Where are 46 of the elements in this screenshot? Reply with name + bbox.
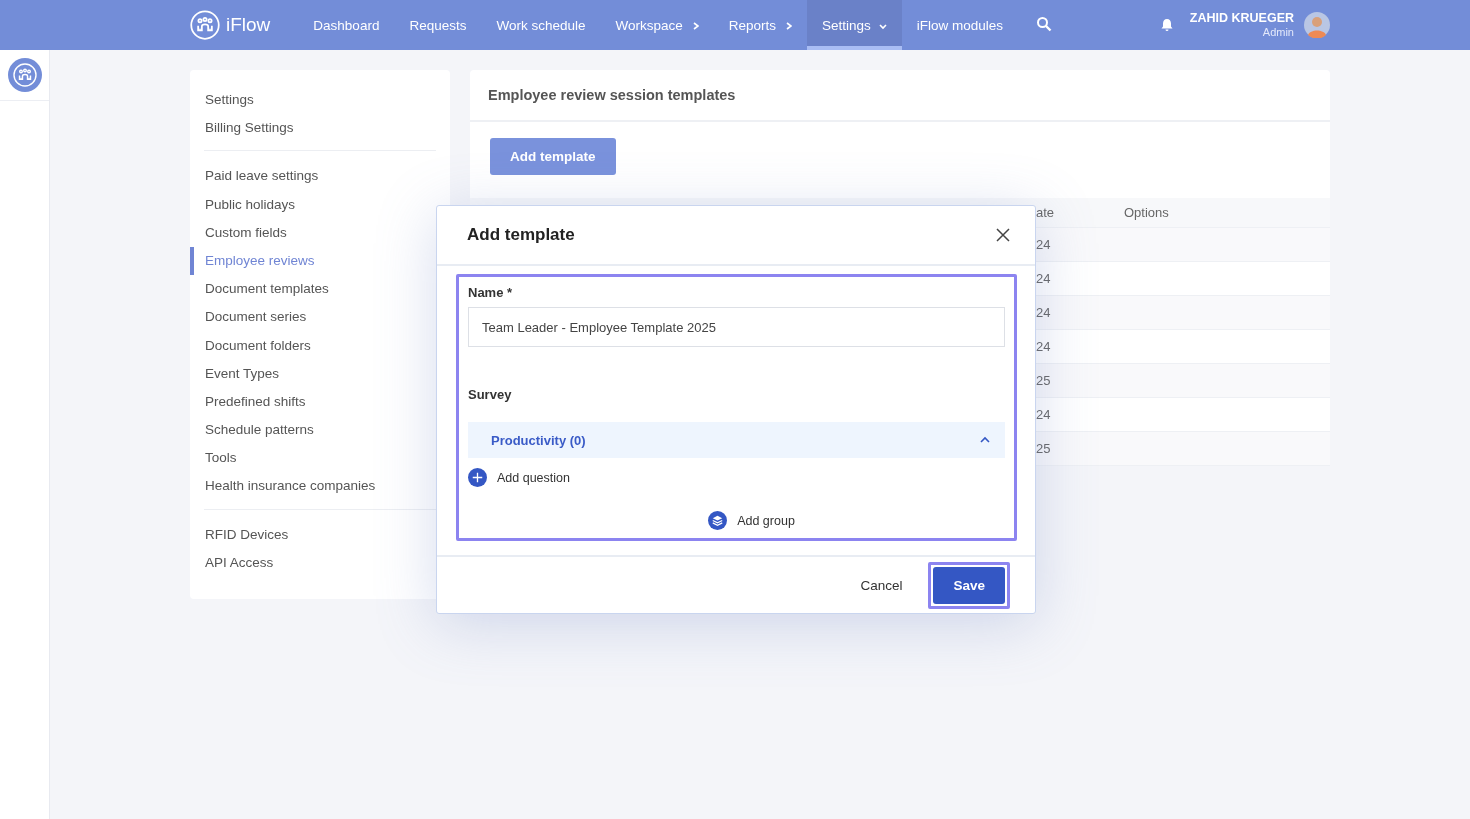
settings-menu-item[interactable]: Billing Settings <box>190 114 436 143</box>
add-question-link[interactable]: Add question <box>497 470 570 485</box>
card-title: Employee review session templates <box>470 70 1330 122</box>
logo-icon <box>190 10 220 40</box>
column-header: ate <box>1036 205 1056 220</box>
settings-menu-item[interactable]: API Access <box>190 548 436 577</box>
table-cell-text: 25 <box>1036 373 1052 388</box>
save-button[interactable]: Save <box>933 566 1005 604</box>
settings-menu-item[interactable]: RFID Devices <box>190 520 436 549</box>
settings-menu-item[interactable]: Custom fields <box>190 218 436 247</box>
bell-icon[interactable] <box>1159 18 1174 32</box>
settings-menu-item[interactable]: Document templates <box>190 275 436 304</box>
user-role: Admin <box>1262 25 1294 39</box>
column-header: Options <box>1124 205 1170 220</box>
app-logo-icon[interactable] <box>7 58 42 92</box>
settings-menu-item[interactable]: Tools <box>190 444 436 473</box>
add-group-link[interactable]: Add group <box>737 513 795 528</box>
cancel-button[interactable]: Cancel <box>854 576 909 594</box>
field-label: Name * <box>468 285 514 300</box>
avatar-icon[interactable] <box>1304 12 1330 38</box>
nav-item[interactable]: Settings <box>807 0 902 50</box>
user-name: ZAHID KRUEGER <box>1189 11 1294 25</box>
table-cell-text: 24 <box>1036 305 1052 320</box>
brand-name: iFlow <box>226 14 271 36</box>
settings-menu-item[interactable]: Document folders <box>190 331 436 360</box>
settings-menu-item[interactable]: Settings <box>190 86 436 115</box>
layers-icon[interactable] <box>708 511 728 530</box>
table-cell-text: 24 <box>1036 407 1052 422</box>
name-input-field[interactable]: Team Leader - Employee Template 2025 <box>468 307 1005 347</box>
plus-icon[interactable] <box>468 468 487 487</box>
settings-menu-item[interactable]: Public holidays <box>190 190 436 219</box>
search-icon[interactable] <box>1036 15 1053 32</box>
settings-menu-item[interactable]: Health insurance companies <box>190 472 436 501</box>
settings-menu-item[interactable]: Predefined shifts <box>190 387 436 417</box>
table-cell-text: 24 <box>1036 237 1052 252</box>
settings-menu-item[interactable]: Event Types <box>190 359 436 388</box>
settings-menu-item[interactable]: Paid leave settings <box>190 162 436 191</box>
survey-group-header[interactable]: Productivity (0) <box>468 422 1005 458</box>
table-cell-text: 25 <box>1036 441 1052 456</box>
settings-menu-item[interactable]: Document series <box>190 303 436 332</box>
dialog-title: Add template <box>467 225 575 245</box>
settings-menu-item[interactable]: Schedule patterns <box>190 416 436 445</box>
table-cell-text: 24 <box>1036 271 1052 286</box>
close-icon[interactable] <box>995 227 1011 243</box>
table-cell-text: 24 <box>1036 339 1052 354</box>
section-label: Survey <box>468 387 513 402</box>
